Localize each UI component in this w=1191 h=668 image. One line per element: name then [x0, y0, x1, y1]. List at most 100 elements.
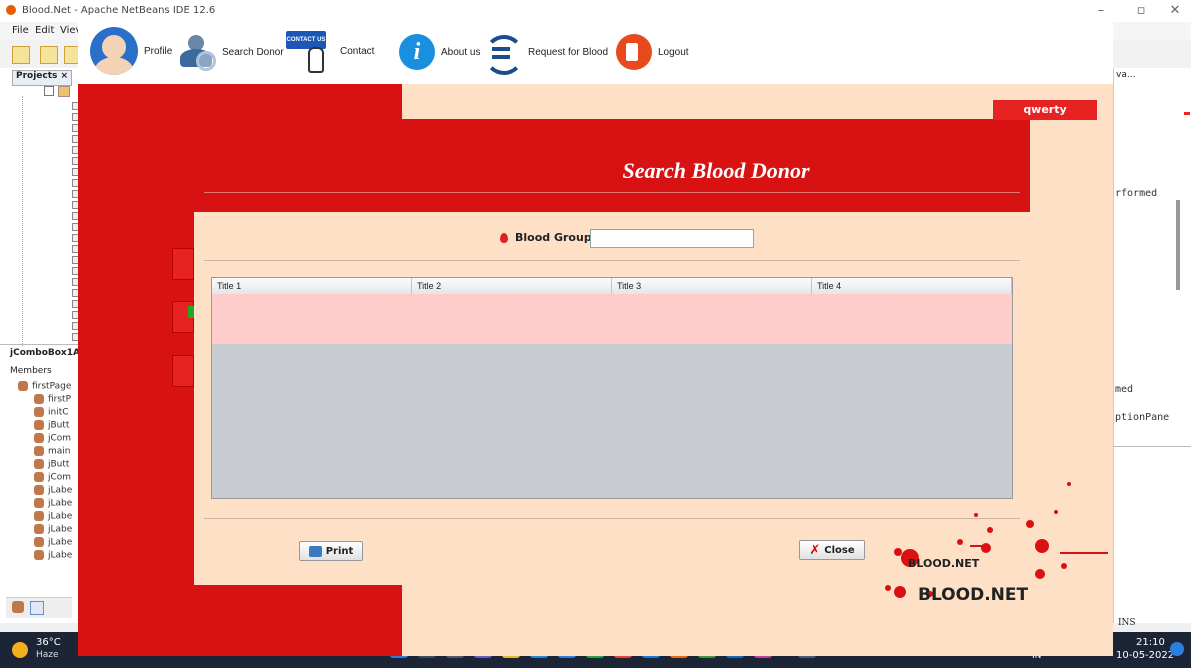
weather-temperature: 36°C — [36, 637, 61, 648]
logo-big: BLOOD.NET — [918, 585, 1029, 605]
member-label: initC — [48, 407, 69, 418]
column-header[interactable]: Title 3 — [612, 278, 812, 294]
member-icon — [34, 472, 44, 482]
clock-time[interactable]: 21:10 — [1136, 637, 1165, 648]
member-item[interactable]: firstP — [34, 394, 71, 407]
error-marker — [1184, 112, 1190, 115]
member-item[interactable]: jCom — [34, 472, 71, 485]
member-item[interactable]: main — [34, 446, 71, 459]
ide-window-title: Blood.Net - Apache NetBeans IDE 12.6 — [22, 5, 216, 16]
member-label: jLabe — [48, 511, 73, 522]
member-item[interactable]: jButt — [34, 420, 69, 433]
netbeans-logo-icon — [6, 5, 16, 15]
member-icon — [34, 511, 44, 521]
code-fragment: rformed — [1115, 188, 1158, 199]
member-label: jButt — [48, 420, 70, 431]
printer-icon — [308, 545, 322, 557]
member-icon — [34, 459, 44, 469]
member-icon — [34, 420, 44, 430]
weather-description: Haze — [36, 650, 59, 660]
nav-request-blood[interactable]: Request for Blood — [482, 33, 609, 75]
view-icon[interactable] — [30, 601, 44, 615]
minimize-icon[interactable]: – — [1086, 3, 1116, 19]
table-row[interactable] — [212, 294, 1012, 344]
close-button[interactable]: ✗ Close — [799, 540, 865, 560]
member-icon — [34, 524, 44, 534]
member-icon — [34, 537, 44, 547]
dialog-title: Search Blood Donor — [622, 158, 810, 183]
nav-about[interactable]: i About us — [399, 34, 480, 70]
member-icon — [18, 381, 28, 391]
notification-icon[interactable] — [1170, 642, 1184, 656]
column-header[interactable]: Title 2 — [412, 278, 612, 294]
member-item[interactable]: jLabe — [34, 537, 72, 550]
nav-logout-label: Logout — [658, 46, 689, 58]
sidebar-button[interactable] — [172, 355, 194, 387]
nav-request-label: Request for Blood — [528, 46, 609, 58]
member-label: jCom — [48, 433, 72, 444]
new-project-icon[interactable] — [40, 46, 58, 64]
close-label: Close — [824, 544, 855, 556]
close-x-icon: ✗ — [809, 542, 821, 558]
member-item[interactable]: jCom — [34, 433, 71, 446]
exchange-arrows-icon — [482, 33, 524, 75]
editor-panel — [1113, 68, 1191, 623]
member-item[interactable]: firstPage — [18, 381, 71, 394]
form-separator — [204, 260, 1020, 261]
contact-sign: CONTACT US — [286, 31, 326, 49]
column-header[interactable]: Title 4 — [812, 278, 1012, 294]
member-item[interactable]: jLabe — [34, 511, 72, 524]
member-icon — [34, 485, 44, 495]
print-button[interactable]: Print — [299, 541, 363, 561]
member-label: jLabe — [48, 498, 73, 509]
nav-search-donor[interactable]: Search Donor — [180, 35, 284, 71]
table-header: Title 1 Title 2 Title 3 Title 4 — [212, 278, 1012, 295]
scrollbar[interactable] — [1176, 200, 1180, 290]
nav-dropdown[interactable]: va... — [1116, 70, 1135, 80]
clock-date[interactable]: 10-05-2022 — [1116, 650, 1174, 661]
title-separator — [204, 192, 1020, 193]
nav-logout[interactable]: Logout — [616, 34, 689, 70]
header-peach-strip — [402, 84, 1030, 119]
column-header[interactable]: Title 1 — [212, 278, 412, 294]
member-label: jLabe — [48, 550, 73, 561]
member-item[interactable]: jLabe — [34, 550, 72, 563]
menu-edit[interactable]: Edit — [35, 25, 54, 36]
tab-projects[interactable]: Projects × — [12, 70, 73, 86]
member-icon — [34, 407, 44, 417]
weather-sun-icon[interactable] — [12, 642, 28, 658]
menu-file[interactable]: File — [12, 25, 29, 36]
member-icon — [34, 433, 44, 443]
members-label: Members — [10, 366, 52, 376]
package-icon — [58, 86, 70, 97]
panel-divider — [0, 344, 78, 345]
code-fragment: ptionPane — [1115, 412, 1170, 423]
logout-icon — [616, 34, 652, 70]
member-item[interactable]: jLabe — [34, 524, 72, 537]
contact-us-icon: CONTACT US — [286, 31, 334, 73]
member-icon — [34, 394, 44, 404]
member-item[interactable]: jLabe — [34, 485, 72, 498]
user-badge: qwerty — [993, 100, 1097, 120]
member-label: jLabe — [48, 485, 73, 496]
member-icon — [34, 550, 44, 560]
nav-contact[interactable]: CONTACT US Contact — [286, 30, 374, 73]
close-window-icon[interactable]: ✕ — [1160, 3, 1190, 19]
member-item[interactable]: initC — [34, 407, 69, 420]
member-label: firstP — [48, 394, 72, 405]
member-item[interactable]: jButt — [34, 459, 69, 472]
member-label: jLabe — [48, 537, 73, 548]
blood-group-input[interactable] — [590, 229, 754, 248]
member-icon — [34, 498, 44, 508]
maximize-icon[interactable]: ▫ — [1126, 3, 1156, 19]
tree-expand-icon[interactable] — [44, 86, 54, 96]
info-icon: i — [399, 34, 435, 70]
member-label: jButt — [48, 459, 70, 470]
sidebar-button[interactable] — [172, 248, 194, 280]
filter-icon[interactable] — [12, 601, 24, 613]
print-label: Print — [325, 545, 354, 557]
nav-profile[interactable]: Profile — [90, 26, 172, 76]
member-item[interactable]: jLabe — [34, 498, 72, 511]
new-file-icon[interactable] — [12, 46, 30, 64]
blood-drop-icon — [500, 233, 508, 243]
